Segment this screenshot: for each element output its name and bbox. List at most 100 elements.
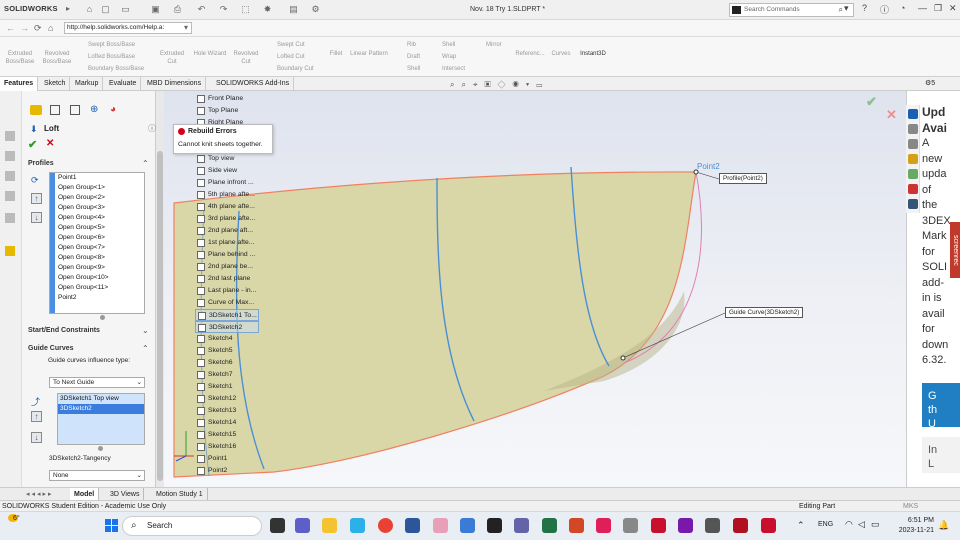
undo-icon[interactable]: ↶ — [196, 4, 207, 15]
feature-tree-item[interactable]: Curve of Max... — [195, 297, 275, 309]
profile-list-item[interactable]: Open Group<8> — [50, 253, 144, 263]
profiles-collapse-icon[interactable]: ⌃ — [142, 159, 149, 168]
confirm-cancel-icon[interactable]: ✕ — [886, 107, 897, 123]
rebuild-icon[interactable]: ✸ — [262, 4, 273, 15]
word-icon[interactable] — [405, 518, 420, 533]
profile-list-item[interactable]: Point1 — [50, 173, 144, 183]
dimxpert-icon[interactable]: ⊕ — [90, 104, 98, 115]
feature-tree-item[interactable]: 5th plane afte... — [195, 189, 275, 201]
hole-wizard-button[interactable]: Hole Wizard — [190, 50, 230, 58]
search-commands-input[interactable]: Search Commands ⌕ — [729, 3, 854, 17]
appearances-icon[interactable] — [908, 169, 918, 179]
pm-help-icon[interactable]: ⓘ — [148, 123, 156, 134]
file-explorer-app-icon[interactable] — [322, 518, 337, 533]
teams-chat-icon[interactable] — [295, 518, 310, 533]
help-icon[interactable]: ? — [862, 3, 867, 13]
teams-icon[interactable] — [514, 518, 529, 533]
feature-tree-item[interactable]: Sketch1 — [195, 381, 275, 393]
guide-curves-header[interactable]: Guide Curves — [28, 345, 74, 352]
minimize-icon[interactable]: — — [918, 3, 927, 13]
display-manager-icon[interactable]: ◕ — [110, 104, 116, 115]
feature-tree-item[interactable]: 3rd plane afte... — [195, 213, 275, 225]
pm-scrollbar[interactable] — [156, 91, 164, 487]
tab-features[interactable]: Features — [0, 77, 39, 91]
graphics-area[interactable]: Point2 Profile(Point2) Guide Curve(3DSke… — [164, 80, 906, 487]
feature-tree-item[interactable]: Sketch4 — [195, 333, 275, 345]
url-input[interactable]: http://help.solidworks.com/Help.a: — [64, 22, 192, 34]
confirm-check-icon[interactable]: ✔ — [866, 94, 877, 110]
swept-cut-button[interactable]: Swept Cut — [277, 41, 305, 49]
heads-up-view-toolbar[interactable]: ⌕⌕⌖▣◇◉▾▭ — [450, 80, 650, 90]
tab-addins[interactable]: SOLIDWORKS Add-Ins — [212, 77, 295, 91]
feature-tree-item[interactable]: Plane behind ... — [195, 249, 275, 261]
solidworks-taskbar-icon[interactable] — [733, 518, 748, 533]
reference-geometry-button[interactable]: Referenc... — [512, 50, 548, 58]
language-indicator[interactable]: ENG — [818, 521, 833, 528]
profile-list-item[interactable]: Open Group<10> — [50, 273, 144, 283]
windows-start-icon[interactable] — [105, 519, 119, 533]
extruded-cut-button[interactable]: Extruded Cut — [156, 50, 188, 66]
tab-evaluate[interactable]: Evaluate — [105, 77, 142, 91]
profile-list-item[interactable]: Open Group<9> — [50, 263, 144, 273]
battery-icon[interactable]: ▭ — [871, 519, 880, 530]
profile-list-item[interactable]: Open Group<11> — [50, 283, 144, 293]
feature-tree-item[interactable]: Sketch5 — [195, 345, 275, 357]
view-palette-icon[interactable] — [908, 154, 918, 164]
feature-tree-item[interactable]: 3DSketch2 — [195, 321, 259, 333]
print-icon[interactable]: ⎙ — [172, 4, 183, 15]
solidworks-resources-icon[interactable] — [908, 109, 918, 119]
profiles-resize-handle[interactable] — [100, 315, 105, 320]
guide-resize-handle[interactable] — [98, 446, 103, 451]
guide-curve-callout[interactable]: Guide Curve(3DSketch2) — [725, 307, 804, 318]
acrobat-icon[interactable] — [651, 518, 666, 533]
custom-properties-icon[interactable] — [908, 184, 918, 194]
back-icon[interactable]: ← — [6, 23, 15, 33]
linear-pattern-button[interactable]: Linear Pattern — [346, 50, 392, 58]
forward-icon[interactable]: → — [20, 23, 29, 33]
instant3d-button[interactable]: Instant3D — [576, 50, 610, 58]
feature-tree-item[interactable]: Sketch15 — [195, 429, 275, 441]
strip-icon-6[interactable] — [5, 246, 15, 256]
guide-curves-list[interactable]: 3DSketch1 Top view 3DSketch2 — [57, 393, 145, 445]
forum-icon[interactable] — [908, 199, 918, 209]
onenote-icon[interactable] — [678, 518, 693, 533]
feature-manager-icon[interactable] — [30, 105, 42, 115]
feature-tree-item[interactable]: Sketch7 — [195, 369, 275, 381]
strip-icon-1[interactable] — [5, 131, 15, 141]
snipping-tool-icon[interactable] — [433, 518, 448, 533]
feature-tree-item[interactable]: Sketch14 — [195, 417, 275, 429]
fillet-button[interactable]: Fillet — [326, 50, 346, 58]
install-later-button[interactable]: In L — [922, 437, 960, 473]
close-icon[interactable]: ✕ — [949, 3, 957, 14]
draft-button[interactable]: Draft — [407, 53, 420, 61]
profile-list-item[interactable]: Open Group<2> — [50, 193, 144, 203]
calendar-icon[interactable] — [623, 518, 638, 533]
solidworks-logo[interactable]: SOLIDWORKS — [4, 4, 58, 13]
open-icon[interactable]: ▭ — [120, 4, 131, 15]
design-library-icon[interactable] — [908, 124, 918, 134]
lofted-boss-button[interactable]: Lofted Boss/Base — [88, 53, 135, 61]
profile-list-item[interactable]: Open Group<7> — [50, 243, 144, 253]
revolved-boss-button[interactable]: Revolved Boss/Base — [38, 50, 76, 66]
screenrec-tab[interactable]: screenrec — [950, 222, 960, 278]
feature-tree-item[interactable]: 4th plane afte... — [195, 201, 275, 213]
get-update-button[interactable]: Gth U — [922, 383, 960, 430]
boundary-boss-button[interactable]: Boundary Boss/Base — [88, 65, 144, 73]
select-icon[interactable]: ⬚ — [240, 4, 251, 15]
tangency-dropdown[interactable]: None ⌄ — [49, 470, 145, 481]
file-properties-icon[interactable]: ▤ — [288, 4, 299, 15]
file-explorer-icon[interactable] — [908, 139, 918, 149]
tab-markup[interactable]: Markup — [71, 77, 104, 91]
profile-list-item[interactable]: Open Group<3> — [50, 203, 144, 213]
curves-button[interactable]: Curves — [548, 50, 574, 58]
pm-scroll-thumb[interactable] — [157, 151, 163, 481]
excel-icon[interactable] — [542, 518, 557, 533]
home-icon[interactable]: ⌂ — [84, 4, 95, 15]
task-view-icon[interactable] — [270, 518, 285, 533]
user-icon[interactable]: ◔ — [900, 3, 905, 13]
restore-icon[interactable]: ❐ — [934, 3, 942, 14]
feature-tree-item[interactable]: Point1 — [195, 453, 275, 465]
feature-tree-item[interactable]: Sketch6 — [195, 357, 275, 369]
feature-tree-item[interactable]: Top Plane — [195, 105, 275, 117]
guide-collapse-icon[interactable]: ⌃ — [142, 344, 149, 353]
